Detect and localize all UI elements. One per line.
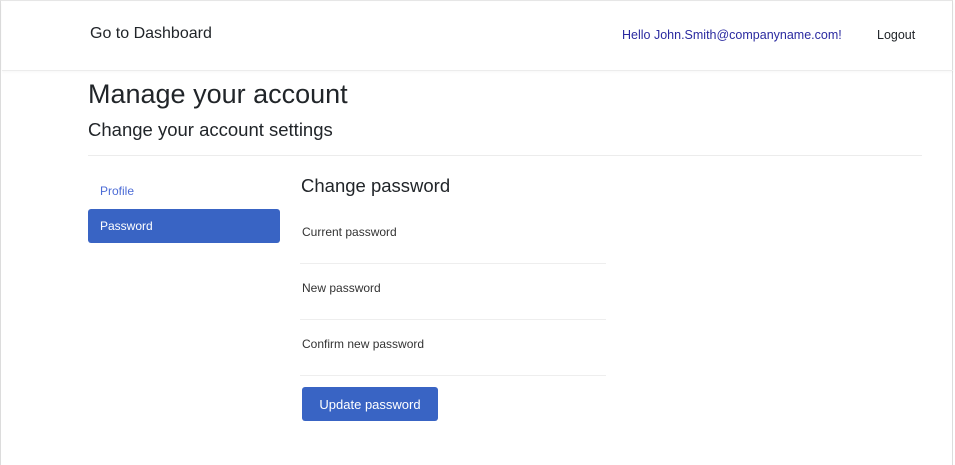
confirm-password-field[interactable] <box>300 353 606 376</box>
logout-link[interactable]: Logout <box>877 28 915 42</box>
change-password-heading: Change password <box>301 175 451 196</box>
update-password-button[interactable]: Update password <box>302 387 438 421</box>
new-password-label: New password <box>302 281 381 295</box>
new-password-field[interactable] <box>300 297 606 320</box>
app-frame: Go to Dashboard Hello John.Smith@company… <box>0 0 953 465</box>
sidebar-item-profile[interactable]: Profile <box>88 174 280 208</box>
current-password-field[interactable] <box>300 241 606 264</box>
top-navbar: Go to Dashboard Hello John.Smith@company… <box>2 2 953 71</box>
dashboard-link[interactable]: Go to Dashboard <box>90 25 212 43</box>
header-divider <box>88 155 922 156</box>
sidebar-item-password[interactable]: Password <box>88 209 280 243</box>
user-greeting-link[interactable]: Hello John.Smith@companyname.com! <box>622 28 842 42</box>
current-password-label: Current password <box>302 225 397 239</box>
page-subtitle: Change your account settings <box>88 119 333 140</box>
confirm-password-label: Confirm new password <box>302 337 425 351</box>
page-title: Manage your account <box>88 79 348 109</box>
